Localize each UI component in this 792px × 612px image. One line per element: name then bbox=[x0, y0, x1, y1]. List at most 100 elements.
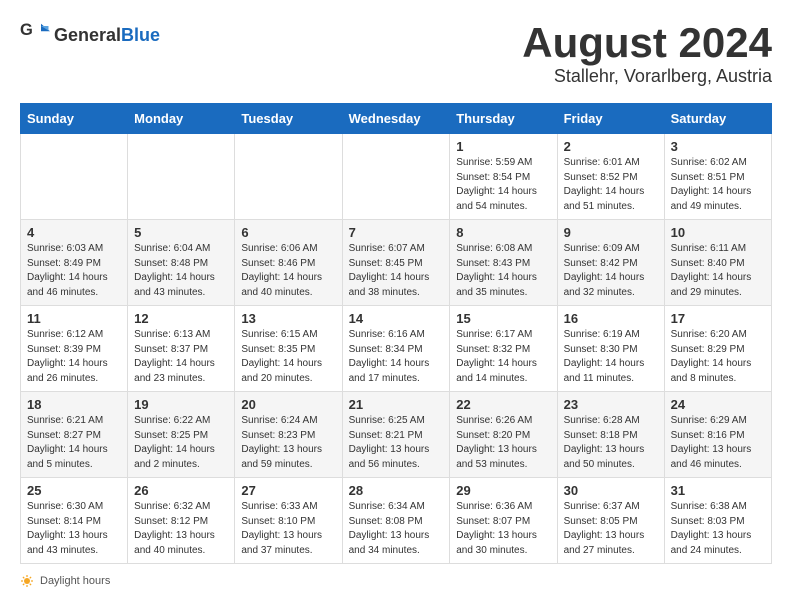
calendar-week-row: 11 Sunrise: 6:12 AMSunset: 8:39 PMDayligh… bbox=[21, 306, 772, 392]
calendar-day-cell: 1 Sunrise: 5:59 AMSunset: 8:54 PMDaylight… bbox=[450, 134, 557, 220]
day-info: Sunrise: 6:37 AMSunset: 8:05 PMDaylight:… bbox=[564, 500, 658, 558]
calendar-day-cell: 2Sunrise: 6:01 AMSunset: 8:52 PMDaylight… bbox=[557, 134, 664, 220]
day-info: Sunrise: 6:38 AMSunset: 8:03 PMDaylight:… bbox=[671, 500, 765, 558]
day-info: Sunrise: 6:15 AMSunset: 8:35 PMDaylight:… bbox=[241, 328, 335, 386]
calendar-day-header: Tuesday bbox=[235, 104, 342, 134]
day-info: Sunrise: 6:36 AMSunset: 8:07 PMDaylight:… bbox=[456, 500, 550, 558]
calendar-day-cell bbox=[128, 134, 235, 220]
day-info: Sunrise: 6:12 AMSunset: 8:39 PMDaylight:… bbox=[27, 328, 121, 386]
day-number: 12 bbox=[134, 311, 228, 326]
day-info: Sunrise: 6:13 AMSunset: 8:37 PMDaylight:… bbox=[134, 328, 228, 386]
calendar-week-row: 18Sunrise: 6:21 AMSunset: 8:27 PMDayligh… bbox=[21, 392, 772, 478]
calendar-day-cell: 20 Sunrise: 6:24 AMSunset: 8:23 PMDayligh… bbox=[235, 392, 342, 478]
calendar-week-row: 1 Sunrise: 5:59 AMSunset: 8:54 PMDaylight… bbox=[21, 134, 772, 220]
day-info: Sunrise: 6:21 AMSunset: 8:27 PMDaylight:… bbox=[27, 414, 121, 472]
calendar-day-cell: 26 Sunrise: 6:32 AMSunset: 8:12 PMDayligh… bbox=[128, 478, 235, 564]
day-info: Sunrise: 6:03 AMSunset: 8:49 PMDaylight:… bbox=[27, 242, 121, 300]
day-info: Sunrise: 5:59 AMSunset: 8:54 PMDaylight:… bbox=[456, 156, 550, 214]
calendar-day-cell: 29Sunrise: 6:36 AMSunset: 8:07 PMDayligh… bbox=[450, 478, 557, 564]
day-info: Sunrise: 6:26 AMSunset: 8:20 PMDaylight:… bbox=[456, 414, 550, 472]
logo-icon: G bbox=[20, 20, 50, 50]
calendar-day-cell: 31 Sunrise: 6:38 AMSunset: 8:03 PMDayligh… bbox=[664, 478, 771, 564]
calendar-day-header: Thursday bbox=[450, 104, 557, 134]
day-number: 6 bbox=[241, 225, 335, 240]
calendar-day-cell: 13 Sunrise: 6:15 AMSunset: 8:35 PMDayligh… bbox=[235, 306, 342, 392]
calendar-day-cell: 14Sunrise: 6:16 AMSunset: 8:34 PMDayligh… bbox=[342, 306, 450, 392]
day-number: 2 bbox=[564, 139, 658, 154]
calendar-day-cell: 11 Sunrise: 6:12 AMSunset: 8:39 PMDayligh… bbox=[21, 306, 128, 392]
day-number: 24 bbox=[671, 397, 765, 412]
day-number: 21 bbox=[349, 397, 444, 412]
day-info: Sunrise: 6:28 AMSunset: 8:18 PMDaylight:… bbox=[564, 414, 658, 472]
calendar-day-cell: 27 Sunrise: 6:33 AMSunset: 8:10 PMDayligh… bbox=[235, 478, 342, 564]
calendar-day-cell: 8Sunrise: 6:08 AMSunset: 8:43 PMDaylight… bbox=[450, 220, 557, 306]
day-info: Sunrise: 6:33 AMSunset: 8:10 PMDaylight:… bbox=[241, 500, 335, 558]
calendar-day-header: Wednesday bbox=[342, 104, 450, 134]
calendar-day-cell: 5Sunrise: 6:04 AMSunset: 8:48 PMDaylight… bbox=[128, 220, 235, 306]
day-info: Sunrise: 6:09 AMSunset: 8:42 PMDaylight:… bbox=[564, 242, 658, 300]
calendar-day-cell: 6 Sunrise: 6:06 AMSunset: 8:46 PMDaylight… bbox=[235, 220, 342, 306]
calendar-day-cell: 3 Sunrise: 6:02 AMSunset: 8:51 PMDaylight… bbox=[664, 134, 771, 220]
day-info: Sunrise: 6:17 AMSunset: 8:32 PMDaylight:… bbox=[456, 328, 550, 386]
calendar-day-cell bbox=[21, 134, 128, 220]
calendar-table: SundayMondayTuesdayWednesdayThursdayFrid… bbox=[20, 103, 772, 564]
month-year-title: August 2024 bbox=[522, 20, 772, 66]
calendar-day-cell: 30 Sunrise: 6:37 AMSunset: 8:05 PMDayligh… bbox=[557, 478, 664, 564]
day-number: 20 bbox=[241, 397, 335, 412]
day-number: 17 bbox=[671, 311, 765, 326]
calendar-week-row: 25 Sunrise: 6:30 AMSunset: 8:14 PMDayligh… bbox=[21, 478, 772, 564]
calendar-day-cell bbox=[235, 134, 342, 220]
day-number: 7 bbox=[349, 225, 444, 240]
day-number: 1 bbox=[456, 139, 550, 154]
day-info: Sunrise: 6:25 AMSunset: 8:21 PMDaylight:… bbox=[349, 414, 444, 472]
calendar-day-cell: 22Sunrise: 6:26 AMSunset: 8:20 PMDayligh… bbox=[450, 392, 557, 478]
logo-blue: Blue bbox=[121, 25, 160, 45]
day-info: Sunrise: 6:22 AMSunset: 8:25 PMDaylight:… bbox=[134, 414, 228, 472]
logo-general: General bbox=[54, 25, 121, 45]
day-info: Sunrise: 6:30 AMSunset: 8:14 PMDaylight:… bbox=[27, 500, 121, 558]
day-info: Sunrise: 6:02 AMSunset: 8:51 PMDaylight:… bbox=[671, 156, 765, 214]
svg-text:G: G bbox=[20, 21, 33, 39]
day-number: 30 bbox=[564, 483, 658, 498]
day-number: 31 bbox=[671, 483, 765, 498]
day-number: 4 bbox=[27, 225, 121, 240]
day-number: 23 bbox=[564, 397, 658, 412]
day-info: Sunrise: 6:32 AMSunset: 8:12 PMDaylight:… bbox=[134, 500, 228, 558]
calendar-day-cell: 28Sunrise: 6:34 AMSunset: 8:08 PMDayligh… bbox=[342, 478, 450, 564]
day-info: Sunrise: 6:07 AMSunset: 8:45 PMDaylight:… bbox=[349, 242, 444, 300]
calendar-day-header: Friday bbox=[557, 104, 664, 134]
daylight-label: Daylight hours bbox=[40, 575, 110, 587]
footer-note: Daylight hours bbox=[20, 574, 772, 588]
day-info: Sunrise: 6:06 AMSunset: 8:46 PMDaylight:… bbox=[241, 242, 335, 300]
day-number: 19 bbox=[134, 397, 228, 412]
day-number: 25 bbox=[27, 483, 121, 498]
day-info: Sunrise: 6:24 AMSunset: 8:23 PMDaylight:… bbox=[241, 414, 335, 472]
calendar-week-row: 4 Sunrise: 6:03 AMSunset: 8:49 PMDaylight… bbox=[21, 220, 772, 306]
day-number: 27 bbox=[241, 483, 335, 498]
calendar-day-cell: 17 Sunrise: 6:20 AMSunset: 8:29 PMDayligh… bbox=[664, 306, 771, 392]
day-number: 11 bbox=[27, 311, 121, 326]
page-header: G GeneralBlue August 2024 Stallehr, Vora… bbox=[20, 20, 772, 87]
calendar-day-cell: 19 Sunrise: 6:22 AMSunset: 8:25 PMDayligh… bbox=[128, 392, 235, 478]
sun-icon bbox=[20, 574, 34, 588]
day-info: Sunrise: 6:16 AMSunset: 8:34 PMDaylight:… bbox=[349, 328, 444, 386]
calendar-day-cell: 9 Sunrise: 6:09 AMSunset: 8:42 PMDaylight… bbox=[557, 220, 664, 306]
day-number: 26 bbox=[134, 483, 228, 498]
calendar-day-header: Sunday bbox=[21, 104, 128, 134]
calendar-day-cell: 23 Sunrise: 6:28 AMSunset: 8:18 PMDayligh… bbox=[557, 392, 664, 478]
day-number: 28 bbox=[349, 483, 444, 498]
day-info: Sunrise: 6:08 AMSunset: 8:43 PMDaylight:… bbox=[456, 242, 550, 300]
calendar-day-cell: 24Sunrise: 6:29 AMSunset: 8:16 PMDayligh… bbox=[664, 392, 771, 478]
day-number: 13 bbox=[241, 311, 335, 326]
day-info: Sunrise: 6:20 AMSunset: 8:29 PMDaylight:… bbox=[671, 328, 765, 386]
day-number: 9 bbox=[564, 225, 658, 240]
day-info: Sunrise: 6:19 AMSunset: 8:30 PMDaylight:… bbox=[564, 328, 658, 386]
calendar-day-cell: 25 Sunrise: 6:30 AMSunset: 8:14 PMDayligh… bbox=[21, 478, 128, 564]
calendar-day-cell: 21 Sunrise: 6:25 AMSunset: 8:21 PMDayligh… bbox=[342, 392, 450, 478]
footer: Daylight hours bbox=[20, 574, 772, 588]
day-info: Sunrise: 6:11 AMSunset: 8:40 PMDaylight:… bbox=[671, 242, 765, 300]
calendar-day-cell: 12 Sunrise: 6:13 AMSunset: 8:37 PMDayligh… bbox=[128, 306, 235, 392]
day-number: 15 bbox=[456, 311, 550, 326]
calendar-day-cell: 4 Sunrise: 6:03 AMSunset: 8:49 PMDaylight… bbox=[21, 220, 128, 306]
day-number: 3 bbox=[671, 139, 765, 154]
